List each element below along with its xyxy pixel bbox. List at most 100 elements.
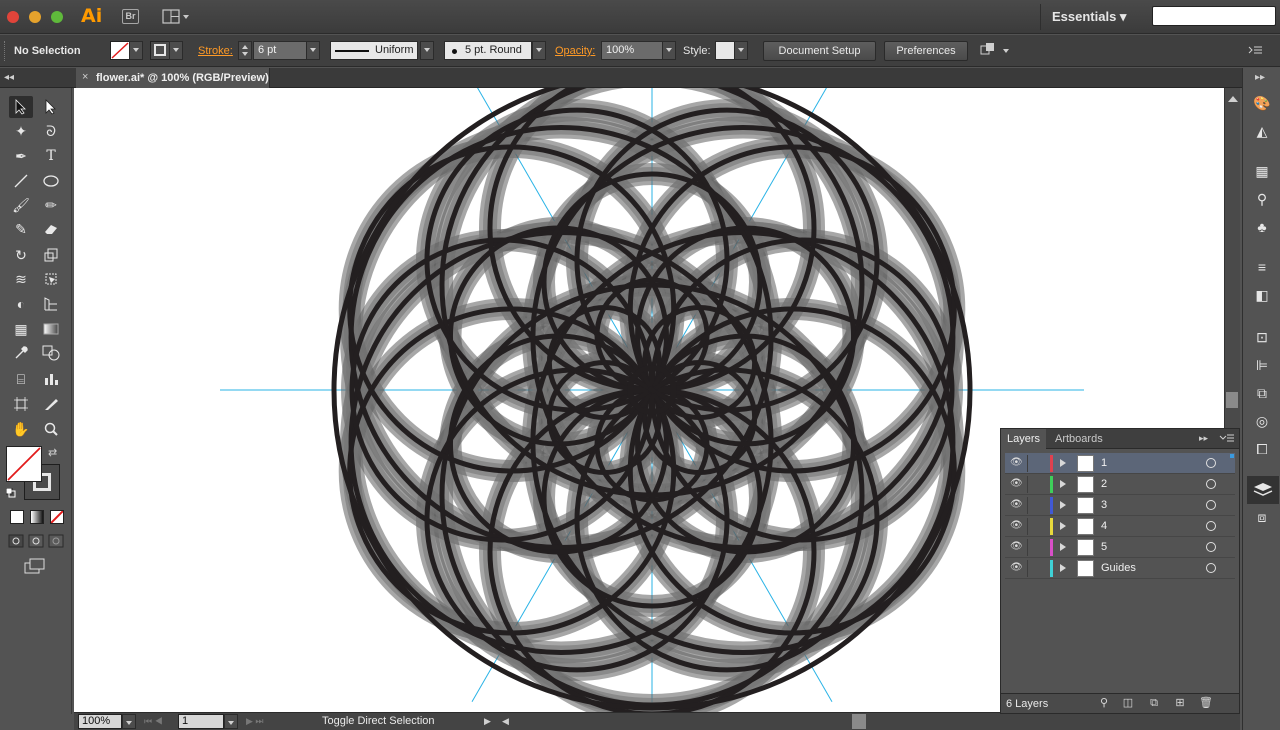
stroke-color-dropdown[interactable] (169, 41, 183, 60)
gradient-mode-icon[interactable] (30, 510, 44, 524)
lasso-icon[interactable]: ᘐ (39, 120, 63, 142)
column-graph-icon[interactable] (39, 368, 63, 390)
new-layer-icon[interactable]: ⊞ (1173, 697, 1187, 710)
expand-layer-icon[interactable] (1060, 522, 1066, 530)
selection-tool-icon[interactable] (9, 96, 33, 118)
graphic-style-swatch[interactable] (715, 41, 735, 60)
align-icon[interactable]: ⊫ (1252, 356, 1272, 374)
expand-layer-icon[interactable] (1060, 543, 1066, 551)
variable-width-profile[interactable]: Uniform (330, 41, 418, 60)
layers-panel-icon[interactable] (1247, 476, 1279, 504)
tab-layers[interactable]: Layers (1001, 429, 1047, 449)
first-artboard-icon[interactable]: ⏮ ◀ (144, 716, 163, 727)
expand-layer-icon[interactable] (1060, 459, 1066, 467)
opacity-dropdown[interactable] (662, 41, 676, 60)
target-circle-icon[interactable] (1206, 479, 1216, 489)
zoom-window-button[interactable] (51, 11, 63, 23)
color-guide-icon[interactable]: ◭ (1252, 122, 1272, 140)
visibility-eye-icon[interactable]: 👁 (1010, 520, 1023, 532)
appearance-icon[interactable]: ◎ (1252, 412, 1272, 430)
delete-layer-icon[interactable]: 🗑 (1199, 697, 1213, 710)
arrange-icon[interactable] (980, 42, 1010, 60)
stroke-weight-dropdown[interactable] (306, 41, 320, 60)
zoom-dropdown[interactable] (122, 714, 136, 729)
pathfinder-icon[interactable]: ⧉ (1252, 384, 1272, 402)
artboard-dropdown[interactable] (224, 714, 238, 729)
hand-icon[interactable]: ✋ (9, 418, 33, 440)
stroke-color-swatch[interactable] (150, 41, 170, 60)
expand-layer-icon[interactable] (1060, 501, 1066, 509)
tab-artboards[interactable]: Artboards (1049, 429, 1109, 449)
perspective-grid-icon[interactable] (39, 293, 63, 315)
target-circle-icon[interactable] (1206, 563, 1216, 573)
layer-row[interactable]: 👁 5 (1005, 537, 1235, 558)
shape-builder-icon[interactable]: ◐ (9, 293, 33, 315)
opacity-label[interactable]: Opacity: (555, 45, 595, 57)
expand-layer-icon[interactable] (1060, 564, 1066, 572)
minimize-window-button[interactable] (29, 11, 41, 23)
artboard-icon[interactable] (9, 393, 33, 415)
scroll-left-icon[interactable]: ◀ (502, 716, 509, 727)
zoom-icon[interactable] (39, 418, 63, 440)
magic-wand-icon[interactable]: ✦ (9, 120, 33, 142)
document-setup-button[interactable]: Document Setup (763, 41, 876, 61)
stroke-label[interactable]: Stroke: (198, 45, 233, 57)
visibility-eye-icon[interactable]: 👁 (1010, 478, 1023, 490)
document-tab[interactable]: × flower.ai* @ 100% (RGB/Preview) (76, 68, 270, 88)
layer-row[interactable]: 👁 3 (1005, 495, 1235, 516)
artboards-panel-icon[interactable]: ⧈ (1252, 508, 1272, 526)
stroke-panel-icon[interactable]: ≡ (1252, 258, 1272, 276)
help-search-input[interactable] (1152, 6, 1276, 26)
collapse-tools-icon[interactable]: ◂◂ (4, 72, 14, 83)
layer-row[interactable]: 👁 4 (1005, 516, 1235, 537)
rotate-icon[interactable]: ↻ (9, 244, 33, 266)
artboard-number-field[interactable]: 1 (178, 714, 224, 729)
eyedropper-icon[interactable] (9, 342, 33, 364)
pencil-icon[interactable]: ✏ (39, 194, 63, 216)
panel-menu-icon[interactable] (1248, 43, 1264, 57)
target-circle-icon[interactable] (1206, 458, 1216, 468)
symbols-icon[interactable]: ♣ (1252, 218, 1272, 236)
gradient-panel-icon[interactable]: ◧ (1252, 286, 1272, 304)
visibility-eye-icon[interactable]: 👁 (1010, 541, 1023, 553)
type-icon[interactable]: T (39, 145, 63, 167)
clipping-mask-icon[interactable]: ◫ (1121, 697, 1135, 710)
none-mode-icon[interactable] (50, 510, 64, 524)
collapse-panel-icon[interactable]: ▸▸ (1199, 433, 1208, 444)
stroke-weight-field[interactable]: 6 pt (253, 41, 307, 60)
bridge-button[interactable]: Br (122, 9, 139, 24)
line-segment-icon[interactable] (9, 170, 33, 192)
blob-brush-icon[interactable]: ✎ (9, 218, 33, 240)
transform-icon[interactable]: ⊡ (1252, 328, 1272, 346)
blend-icon[interactable] (39, 342, 63, 364)
close-document-icon[interactable]: × (82, 71, 88, 83)
expand-layer-icon[interactable] (1060, 480, 1066, 488)
warp-icon[interactable]: ≋ (9, 268, 33, 290)
color-mode-icon[interactable] (10, 510, 24, 524)
profile-dropdown[interactable] (420, 41, 434, 60)
eraser-icon[interactable] (39, 218, 63, 240)
opacity-field[interactable]: 100% (601, 41, 663, 60)
paintbrush-icon[interactable]: 🖌 (9, 194, 33, 216)
workspace-switcher[interactable]: Essentials ▾ (1052, 9, 1126, 25)
pen-icon[interactable]: ✒ (9, 145, 33, 167)
style-dropdown[interactable] (734, 41, 748, 60)
visibility-eye-icon[interactable]: 👁 (1010, 562, 1023, 574)
target-circle-icon[interactable] (1206, 542, 1216, 552)
target-circle-icon[interactable] (1206, 500, 1216, 510)
swatches-icon[interactable]: ▦ (1252, 162, 1272, 180)
brush-definition[interactable]: 5 pt. Round (444, 41, 532, 60)
stroke-weight-stepper[interactable] (238, 41, 252, 60)
scale-icon[interactable] (39, 244, 63, 266)
horizontal-scroll-thumb[interactable] (852, 714, 866, 729)
graphic-styles-icon[interactable]: ⧠ (1252, 440, 1272, 458)
slice-icon[interactable] (39, 393, 63, 415)
arrange-documents-button[interactable] (162, 9, 190, 24)
mesh-icon[interactable]: ▦ (9, 318, 33, 340)
direct-selection-tool-icon[interactable] (39, 96, 63, 118)
swap-fill-stroke-icon[interactable]: ⇄ (48, 446, 57, 459)
fill-color-swatch[interactable] (110, 41, 130, 60)
visibility-eye-icon[interactable]: 👁 (1010, 457, 1023, 469)
locate-object-icon[interactable]: ⚲ (1097, 697, 1111, 710)
preferences-button[interactable]: Preferences (884, 41, 968, 61)
